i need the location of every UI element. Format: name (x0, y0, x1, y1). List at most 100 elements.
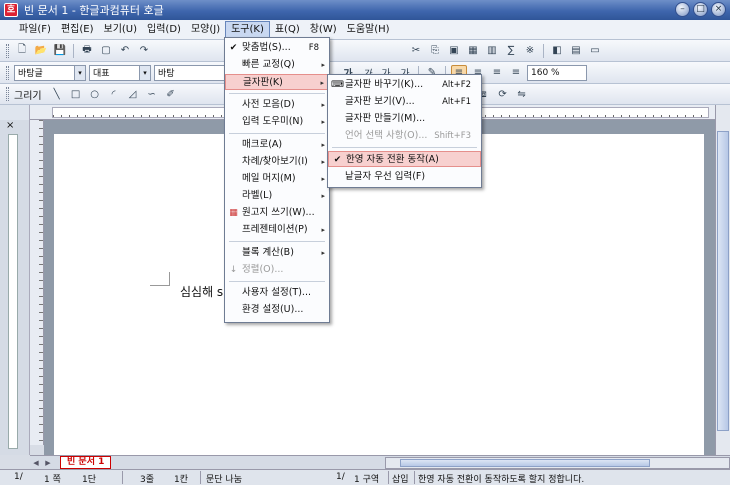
menu-item-quick-correct[interactable]: 빠른 교정(Q) ▸ (225, 57, 329, 73)
align-right-icon[interactable]: ≡ (489, 65, 505, 81)
close-icon[interactable]: × (711, 2, 726, 17)
menu-item-keyboard[interactable]: 글자판(K) ▸ (225, 74, 329, 90)
menu-window[interactable]: 창(W) (305, 21, 342, 39)
status-divider (122, 471, 123, 484)
style-value: 바탕글 (18, 69, 43, 79)
line-icon[interactable]: ╲ (49, 86, 65, 102)
toolbar-divider (543, 43, 544, 58)
redo-icon[interactable]: ↷ (136, 43, 152, 59)
menu-edit[interactable]: 편집(E) (56, 21, 99, 39)
keyboard-icon: ⌨ (331, 80, 344, 90)
symbol-icon[interactable]: ※ (522, 43, 538, 59)
open-file-icon[interactable]: 📂 (33, 43, 49, 59)
status-zone: 1 구역 (354, 475, 380, 485)
menu-item-make-keyboard[interactable]: 글자판 만들기(M)... (328, 111, 481, 127)
chart-icon[interactable]: ▥ (484, 43, 500, 59)
scroll-thumb[interactable] (400, 459, 650, 467)
toolbar-grip[interactable] (6, 65, 9, 80)
flip-icon[interactable]: ⇋ (514, 86, 530, 102)
menu-item-spellcheck[interactable]: ✔ 맞춤법(S)... F8 (225, 40, 329, 56)
status-line: 3줄 (140, 475, 155, 485)
vertical-scrollbar[interactable] (715, 105, 730, 455)
rotate-icon[interactable]: ⟳ (495, 86, 511, 102)
menu-item-jamo-input[interactable]: 낱글자 우선 입력(F) (328, 169, 481, 185)
menu-file[interactable]: 파일(F) (14, 21, 56, 39)
menu-insert[interactable]: 입력(D) (142, 21, 186, 39)
undo-icon[interactable]: ↶ (117, 43, 133, 59)
submenu-arrow-icon: ▸ (321, 249, 325, 257)
print-icon[interactable]: 🖶 (79, 43, 95, 59)
shortcut-label: Alt+F2 (442, 80, 471, 90)
tab-prev-icon[interactable]: ◀ (30, 457, 42, 469)
scroll-thumb[interactable] (717, 131, 729, 431)
zoom-select[interactable]: 160 % (527, 64, 587, 81)
picture-icon[interactable]: ▣ (446, 43, 462, 59)
shape-icon[interactable]: ◧ (549, 43, 565, 59)
menu-help[interactable]: 도움말(H) (342, 21, 395, 39)
menu-item-label: 글자판 바꾸기(K)... (345, 79, 424, 90)
arc-icon[interactable]: ◜ (106, 86, 122, 102)
style-select[interactable]: 바탕글 ▾ (14, 64, 86, 81)
menu-item-auto-switch[interactable]: ✔ 한영 자동 전환 동작(A) (328, 151, 481, 167)
menu-item-label-print[interactable]: 라벨(L) ▸ (225, 188, 329, 204)
tab-next-icon[interactable]: ▶ (42, 457, 54, 469)
cut-icon[interactable]: ✂ (408, 43, 424, 59)
textbox-icon[interactable]: ▤ (568, 43, 584, 59)
menu-format[interactable]: 모양(J) (186, 21, 225, 39)
toolbar-grip[interactable] (6, 43, 9, 58)
document-text[interactable]: 심심해 s (180, 283, 223, 300)
curve-icon[interactable]: ∽ (144, 86, 160, 102)
font-select[interactable]: 바탕 (154, 64, 226, 81)
ellipse-icon[interactable]: ○ (87, 86, 103, 102)
chevron-down-icon[interactable]: ▾ (139, 65, 150, 80)
panel-scrollbar[interactable] (8, 134, 18, 449)
menu-item-mail-merge[interactable]: 메일 머지(M) ▸ (225, 171, 329, 187)
rectangle-icon[interactable]: □ (68, 86, 84, 102)
submenu-arrow-icon: ▸ (321, 175, 325, 183)
table-icon[interactable]: ▦ (465, 43, 481, 59)
close-icon[interactable]: × (6, 120, 14, 131)
submenu-arrow-icon: ▸ (321, 192, 325, 200)
menu-tools[interactable]: 도구(K) (225, 20, 270, 39)
pen-icon[interactable]: ✐ (163, 86, 179, 102)
shortcut-label: Shift+F3 (434, 131, 471, 141)
menu-item-user-settings[interactable]: 사용자 설정(T)... (225, 285, 329, 301)
menu-divider (229, 281, 325, 282)
draw-label[interactable]: 그리기 (14, 87, 42, 102)
maximize-icon[interactable]: □ (693, 2, 708, 17)
menu-item-input-helper[interactable]: 입력 도우미(N) ▸ (225, 114, 329, 130)
menu-item-preferences[interactable]: 환경 설정(U)... (225, 302, 329, 318)
language-select[interactable]: 대표 ▾ (89, 64, 151, 81)
minimize-icon[interactable]: – (675, 2, 690, 17)
status-message: 한영 자동 전환이 동작하도록 할지 정합니다. (418, 475, 585, 485)
menu-item-dictionary[interactable]: 사전 모음(D) ▸ (225, 97, 329, 113)
chevron-down-icon[interactable]: ▾ (74, 65, 85, 80)
align-center-icon[interactable]: ≡ (508, 65, 524, 81)
menu-item-manuscript[interactable]: ▦ 원고지 쓰기(W)... (225, 205, 329, 221)
copy-icon[interactable]: ⎘ (427, 43, 443, 59)
menu-table[interactable]: 표(Q) (270, 21, 305, 39)
menu-item-label: 입력 도우미(N) (242, 116, 304, 127)
toolbar-grip[interactable] (6, 87, 9, 101)
polygon-icon[interactable]: ◿ (125, 86, 141, 102)
save-icon[interactable]: 💾 (52, 43, 68, 59)
presentation-icon[interactable]: ▭ (587, 43, 603, 59)
new-document-icon[interactable]: 🗋 (14, 43, 30, 59)
formula-icon[interactable]: ∑ (503, 43, 519, 59)
menu-item-label: 프레젠테이션(P) (242, 224, 308, 235)
menu-item-macro[interactable]: 매크로(A) ▸ (225, 137, 329, 153)
menu-view[interactable]: 보기(U) (99, 21, 143, 39)
preview-icon[interactable]: ▢ (98, 43, 114, 59)
menu-item-label: 한영 자동 전환 동작(A) (346, 154, 439, 165)
menu-item-view-keyboard[interactable]: 글자판 보기(V)... Alt+F1 (328, 94, 481, 110)
tab-document[interactable]: 빈 문서 1 (60, 456, 112, 469)
menu-item-label: 글자판 만들기(M)... (345, 113, 426, 124)
menu-item-language-options: 언어 선택 사항(O)... Shift+F3 (328, 128, 481, 144)
menu-divider (229, 93, 325, 94)
menu-item-presentation[interactable]: 프레젠테이션(P) ▸ (225, 222, 329, 238)
horizontal-scrollbar[interactable] (385, 457, 730, 469)
menu-item-index[interactable]: 차례/찾아보기(I) ▸ (225, 154, 329, 170)
menu-item-block-calc[interactable]: 블록 계산(B) ▸ (225, 245, 329, 261)
menu-item-switch-keyboard[interactable]: ⌨ 글자판 바꾸기(K)... Alt+F2 (328, 77, 481, 93)
vertical-ruler[interactable] (30, 120, 44, 445)
